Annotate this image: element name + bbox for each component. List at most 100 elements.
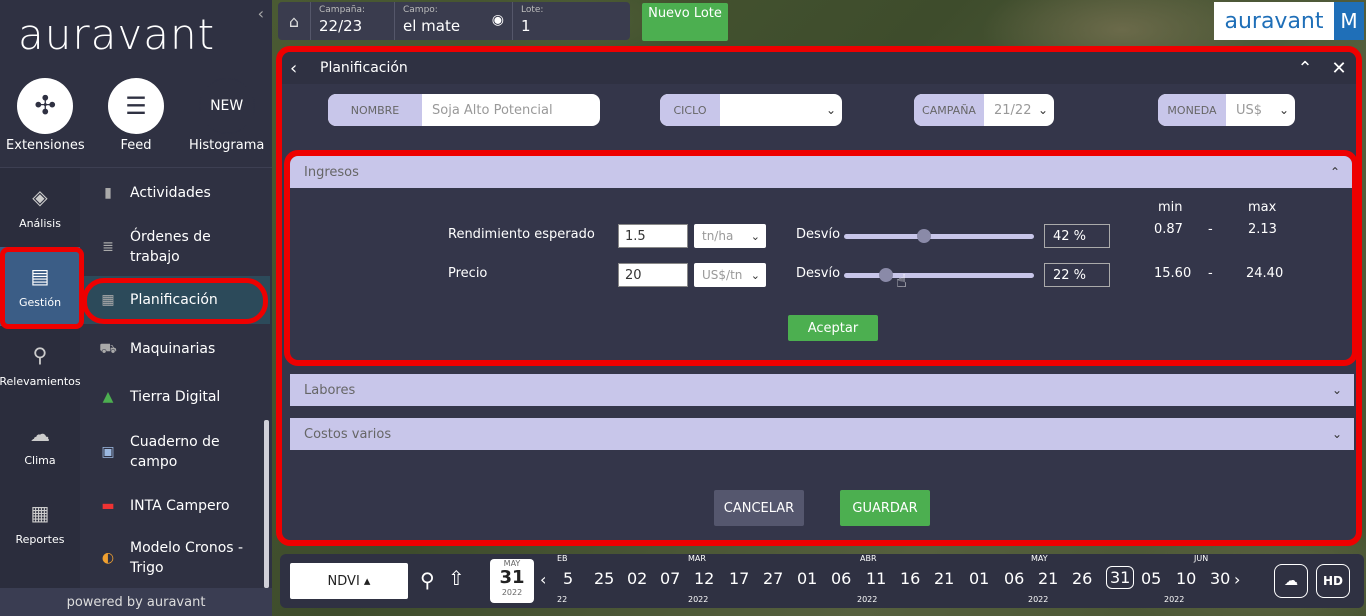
timeline-day[interactable]: 02: [627, 569, 647, 588]
timeline-day[interactable]: 26: [1072, 569, 1092, 588]
timeline-day[interactable]: 21: [934, 569, 954, 588]
timeline-day[interactable]: 06: [831, 569, 851, 588]
submenu-item-tierra-digital[interactable]: ▲ Tierra Digital: [80, 374, 270, 420]
submenu-item-maquinarias[interactable]: ⛟ Maquinarias: [80, 324, 270, 374]
layer-select[interactable]: NDVI ▴: [290, 563, 408, 599]
precio-desvio-value[interactable]: 22 %: [1044, 263, 1110, 287]
campo-selector[interactable]: Campo: el mate ◉: [394, 2, 512, 40]
tile-histograma[interactable]: NEW Histograma: [181, 68, 272, 167]
powered-by: powered by auravant: [0, 588, 272, 616]
timeline-day[interactable]: 27: [763, 569, 783, 588]
timeline-day[interactable]: 21: [1038, 569, 1058, 588]
timeline-day[interactable]: 07: [660, 569, 680, 588]
current-date-badge[interactable]: MAY 31 2022: [490, 559, 534, 603]
campana-selector[interactable]: Campaña: 22/23: [310, 2, 394, 40]
tile-extensiones[interactable]: ✣ Extensiones: [0, 68, 91, 167]
tile-label: Histograma: [188, 138, 265, 153]
nuevo-lote-button[interactable]: Nuevo Lote: [642, 3, 728, 41]
timeline-bar: NDVI ▴ ⚲ ⇧ MAY 31 2022 ‹ 5 25 02 07 12 17 27 01…: [280, 554, 1364, 608]
rendimiento-unit-select[interactable]: tn/ha ⌄: [694, 224, 766, 248]
search-icon[interactable]: ⚲: [420, 568, 435, 592]
cloud-icon: ☁: [30, 422, 50, 446]
nombre-field[interactable]: NOMBRE Soja Alto Potencial: [328, 94, 600, 126]
ciclo-select[interactable]: CICLO ⌄: [660, 94, 842, 126]
chevron-left-icon[interactable]: ‹: [540, 570, 546, 589]
timeline-day[interactable]: 01: [969, 569, 989, 588]
submenu-item-inta[interactable]: ▬ INTA Campero: [80, 484, 270, 528]
clipboard-icon: ▤: [30, 264, 50, 288]
submenu-item-planificacion[interactable]: ▦ Planificación: [80, 276, 270, 324]
cancel-button[interactable]: CANCELAR: [714, 490, 804, 526]
campana-select[interactable]: CAMPAÑA 21/22 ⌄: [914, 94, 1054, 126]
timeline-month: MAY: [1031, 554, 1048, 563]
campana-label: Campaña:: [319, 5, 366, 15]
rail-item-clima[interactable]: ☁ Clima: [0, 405, 80, 484]
filters-row: NOMBRE Soja Alto Potencial CICLO ⌄ CAMPA…: [282, 84, 1356, 142]
back-icon[interactable]: ‹: [290, 58, 320, 79]
chevron-down-icon: ⌄: [1331, 383, 1342, 397]
timeline-day[interactable]: 16: [900, 569, 920, 588]
timeline-day[interactable]: 05: [1141, 569, 1161, 588]
timeline-day[interactable]: 17: [729, 569, 749, 588]
submenu-scrollbar[interactable]: [264, 420, 269, 588]
upload-icon[interactable]: ⇧: [448, 566, 465, 590]
rail-item-gestion[interactable]: ▤ Gestión: [0, 247, 80, 326]
slider-handle[interactable]: [916, 229, 931, 243]
aceptar-button[interactable]: Aceptar: [788, 315, 878, 341]
modal-title: Planificación: [320, 60, 408, 76]
slider-handle[interactable]: [878, 268, 893, 282]
labores-header[interactable]: Labores ⌄: [290, 374, 1354, 406]
lote-label: Lote:: [521, 5, 544, 15]
timeline-day[interactable]: 12: [694, 569, 714, 588]
nombre-input[interactable]: Soja Alto Potencial: [422, 94, 600, 126]
timeline-day[interactable]: 10: [1176, 569, 1196, 588]
rail-item-relevamientos[interactable]: ⚲ Relevamientos: [0, 326, 81, 405]
collapse-sidebar-icon[interactable]: ‹: [258, 4, 264, 23]
timeline-month: ABR: [860, 554, 877, 563]
timeline-day[interactable]: 25: [594, 569, 614, 588]
rendimiento-input[interactable]: 1.5: [618, 224, 688, 248]
home-icon[interactable]: ⌂: [278, 2, 310, 40]
timeline-day[interactable]: 06: [1004, 569, 1024, 588]
rail-item-analisis[interactable]: ◈ Análisis: [0, 168, 80, 247]
timeline-day[interactable]: 11: [866, 569, 886, 588]
close-icon[interactable]: ✕: [1322, 58, 1356, 79]
costos-header[interactable]: Costos varios ⌄: [290, 418, 1354, 450]
ingresos-header[interactable]: Ingresos ⌃: [290, 156, 1352, 188]
campana-value: 22/23: [319, 17, 363, 35]
submenu-label: INTA Campero: [130, 498, 230, 514]
chevron-right-icon[interactable]: ›: [1234, 570, 1240, 589]
submenu-item-actividades[interactable]: ▮ Actividades: [80, 168, 270, 218]
precio-desvio-slider[interactable]: [844, 273, 1034, 278]
precio-unit-select[interactable]: US$/tn ⌄: [694, 263, 766, 287]
labores-title: Labores: [304, 382, 356, 398]
hd-button[interactable]: HD: [1316, 564, 1350, 598]
tractor-icon: ⛟: [99, 341, 117, 357]
chevron-down-icon: ⌄: [1278, 103, 1290, 117]
submenu-item-cuaderno[interactable]: ▣ Cuaderno de campo: [80, 420, 270, 484]
submenu: ▮ Actividades ≣ Órdenes de trabajo ▦ Pla…: [80, 168, 270, 588]
tile-feed[interactable]: ☰ Feed: [91, 68, 182, 167]
timeline-day[interactable]: 5: [563, 569, 573, 588]
eye-icon[interactable]: ◉: [492, 12, 504, 28]
rendimiento-desvio-value[interactable]: 42 %: [1044, 224, 1110, 248]
avatar[interactable]: M: [1334, 2, 1364, 40]
campo-value: el mate: [403, 17, 461, 35]
timeline-day[interactable]: 30: [1210, 569, 1230, 588]
timeline-day[interactable]: 31: [1106, 566, 1135, 589]
planificacion-modal: ‹ Planificación ⌃ ✕ NOMBRE Soja Alto Pot…: [276, 46, 1362, 546]
rendimiento-min: 0.87: [1154, 222, 1183, 237]
chevron-up-icon[interactable]: ⌃: [1288, 58, 1322, 79]
rendimiento-desvio-slider[interactable]: [844, 234, 1034, 239]
save-button[interactable]: GUARDAR: [840, 490, 930, 526]
lote-selector[interactable]: Lote: 1: [512, 2, 630, 40]
timeline-day[interactable]: 01: [797, 569, 817, 588]
chevron-down-icon: ⌄: [750, 229, 760, 243]
precio-input[interactable]: 20: [618, 263, 688, 287]
cloud-filter-icon[interactable]: ☁: [1274, 564, 1308, 598]
ingresos-body: min max Rendimiento esperado 1.5 tn/ha ⌄…: [290, 188, 1352, 360]
moneda-select[interactable]: MONEDA US$ ⌄: [1158, 94, 1295, 126]
rail-item-reportes[interactable]: ▦ Reportes: [0, 484, 80, 563]
submenu-item-cronos[interactable]: ◐ Modelo Cronos - Trigo: [80, 528, 270, 588]
submenu-item-ordenes[interactable]: ≣ Órdenes de trabajo: [80, 218, 270, 276]
